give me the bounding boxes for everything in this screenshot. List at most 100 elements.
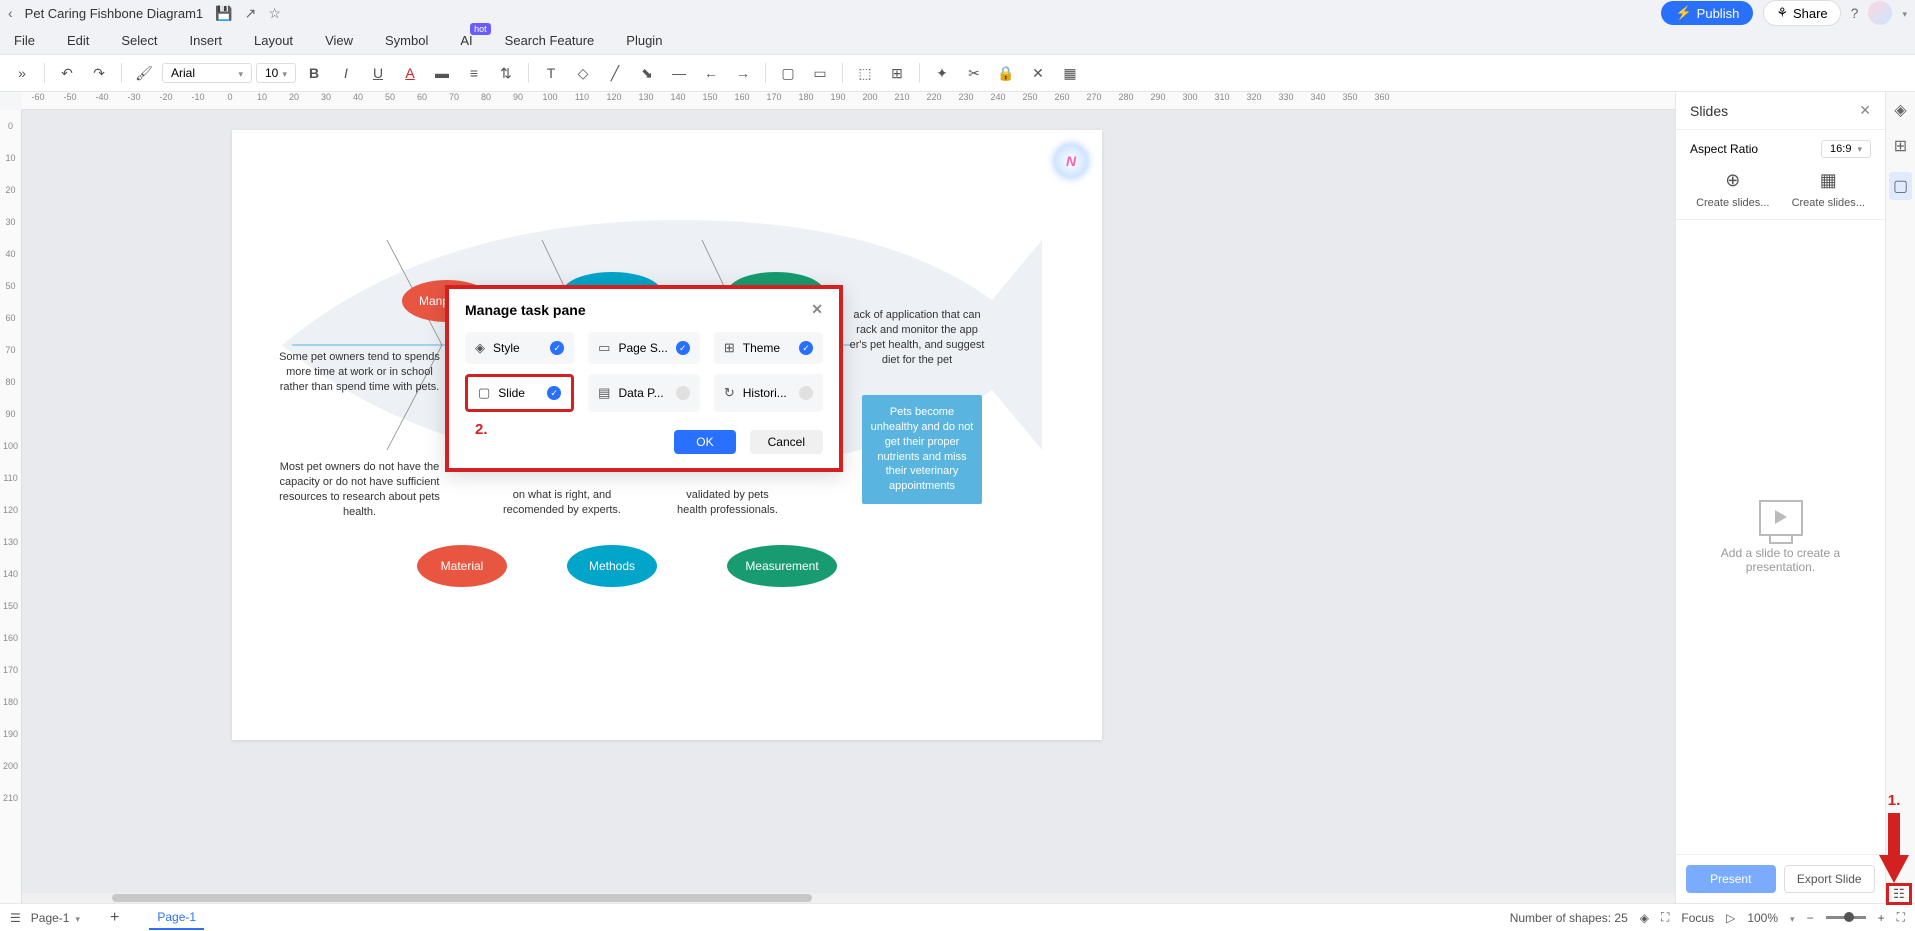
menu-edit[interactable]: Edit [67,33,89,48]
bold-icon[interactable]: B [300,59,328,87]
text-tool-icon[interactable]: T [537,59,565,87]
machine-text[interactable]: ack of application that can rack and mon… [837,308,997,367]
slide-icon: ▢ [478,385,490,401]
expand-panels-icon[interactable]: » [8,59,36,87]
status-bar: ☰ Page-1 + Page-1 Number of shapes: 25 ◈… [0,903,1915,931]
lock-icon[interactable]: 🔒 [992,59,1020,87]
zoom-in-icon[interactable]: + [1878,911,1885,925]
pane-option-page-setup[interactable]: ▭ Page S... ✓ [588,332,700,364]
table-icon[interactable]: ▦ [1056,59,1084,87]
group-icon[interactable]: ⊞ [883,59,911,87]
line-tool-icon[interactable]: ╱ [601,59,629,87]
arrow-end-icon[interactable]: → [729,59,757,87]
italic-icon[interactable]: I [332,59,360,87]
share-icon: ⚘ [1776,5,1788,21]
pane-option-data-panel[interactable]: ▤ Data P... [588,374,700,412]
menu-ai[interactable]: AI hot [460,33,472,48]
star-icon[interactable]: ☆ [268,5,281,22]
play-icon[interactable]: ▷ [1726,911,1735,925]
present-button[interactable]: Present [1686,865,1776,893]
create-slides-button-2[interactable]: ▦ Create slides... [1786,170,1872,209]
grid-icon[interactable]: ⊞ [1894,136,1907,156]
container-icon[interactable]: ▭ [806,59,834,87]
layers-icon[interactable]: ◈ [1640,911,1649,925]
connector-icon[interactable]: ⬊ [633,59,661,87]
page-list-icon[interactable]: ☰ [10,911,21,925]
pane-option-style[interactable]: ◈ Style ✓ [465,332,574,364]
methods-text[interactable]: on what is right, and recomended by expe… [502,488,622,518]
create-slides-button-1[interactable]: ⊕ Create slides... [1690,170,1776,209]
font-size-select[interactable]: 10 [256,63,296,83]
help-icon[interactable]: ? [1851,5,1859,21]
zoom-slider[interactable] [1826,916,1866,919]
ok-button[interactable]: OK [674,430,735,454]
publish-button[interactable]: ⚡ Publish [1661,1,1753,25]
zoom-out-icon[interactable]: − [1807,911,1814,925]
scrollbar-thumb[interactable] [112,894,812,902]
result-box[interactable]: Pets become unhealthy and do not get the… [862,395,982,504]
export-icon[interactable]: ↗ [245,5,257,22]
close-icon[interactable]: ✕ [811,301,823,318]
cancel-button[interactable]: Cancel [750,430,823,454]
measurement-node[interactable]: Measurement [727,545,837,587]
font-color-icon[interactable]: A [396,59,424,87]
pane-option-slide[interactable]: ▢ Slide ✓ [465,374,574,412]
add-page-icon[interactable]: + [110,909,119,927]
annotation-arrow-1: 1. [1879,792,1909,883]
material-text[interactable]: Most pet owners do not have the capacity… [272,460,447,519]
effects-icon[interactable]: ✦ [928,59,956,87]
image-icon[interactable]: ▢ [774,59,802,87]
menu-layout[interactable]: Layout [254,33,293,48]
crop-icon[interactable]: ✂ [960,59,988,87]
canvas-viewport[interactable]: N Manpower Environment Machine Mate [22,110,1675,893]
page-selector[interactable]: Page-1 [31,911,80,925]
align-icon[interactable]: ≡ [460,59,488,87]
back-icon[interactable]: ‹ [8,5,13,21]
format-painter-icon[interactable]: 🖌 [130,59,158,87]
menu-file[interactable]: File [14,33,35,48]
shape-tool-icon[interactable]: ◇ [569,59,597,87]
focus-label[interactable]: Focus [1681,911,1714,925]
ai-badge-icon[interactable]: N [1054,144,1088,178]
pane-option-history[interactable]: ↻ Histori... [714,374,823,412]
methods-node[interactable]: Methods [567,545,657,587]
tools-icon[interactable]: ✕ [1024,59,1052,87]
line-spacing-icon[interactable]: ⇅ [492,59,520,87]
user-menu-chevron[interactable] [1902,4,1907,22]
menu-symbol[interactable]: Symbol [385,33,428,48]
menu-search-feature[interactable]: Search Feature [505,33,595,48]
aspect-ratio-select[interactable]: 16:9 [1821,140,1871,158]
slides-strip-icon[interactable]: ▢ [1889,172,1912,200]
save-icon[interactable]: 💾 [215,5,232,22]
highlight-icon[interactable]: ▬ [428,59,456,87]
arrange-icon[interactable]: ⬚ [851,59,879,87]
share-button[interactable]: ⚘ Share [1763,0,1840,26]
close-panel-icon[interactable]: ✕ [1859,102,1871,119]
arrow-start-icon[interactable]: ← [697,59,725,87]
pane-option-theme[interactable]: ⊞ Theme ✓ [714,332,823,364]
font-select[interactable]: Arial [162,63,252,83]
redo-icon[interactable]: ↷ [85,59,113,87]
document-title: Pet Caring Fishbone Diagram1 [25,6,203,21]
undo-icon[interactable]: ↶ [53,59,81,87]
page-tab-1[interactable]: Page-1 [149,906,204,930]
line-style-icon[interactable]: — [665,59,693,87]
manpower-text[interactable]: Some pet owners tend to spends more time… [272,350,447,395]
export-slide-button[interactable]: Export Slide [1784,865,1876,893]
user-avatar[interactable] [1868,1,1892,25]
menu-select[interactable]: Select [121,33,157,48]
fit-icon[interactable]: ⛶ [1661,910,1669,925]
menu-insert[interactable]: Insert [190,33,223,48]
task-pane-toggle-icon[interactable]: ☷ [1886,883,1912,905]
menu-plugin[interactable]: Plugin [626,33,662,48]
menu-view[interactable]: View [325,33,353,48]
empty-slides-placeholder: Add a slide to create a presentation. [1676,220,1885,854]
underline-icon[interactable]: U [364,59,392,87]
fullscreen-icon[interactable]: ⛶ [1897,910,1905,925]
chevron-down-icon [282,66,287,80]
measurement-text[interactable]: validated by pets health professionals. [670,488,785,518]
zoom-value[interactable]: 100% [1747,911,1778,925]
paint-bucket-icon[interactable]: ◈ [1894,100,1906,120]
horizontal-scrollbar[interactable] [22,893,1675,903]
material-node[interactable]: Material [417,545,507,587]
